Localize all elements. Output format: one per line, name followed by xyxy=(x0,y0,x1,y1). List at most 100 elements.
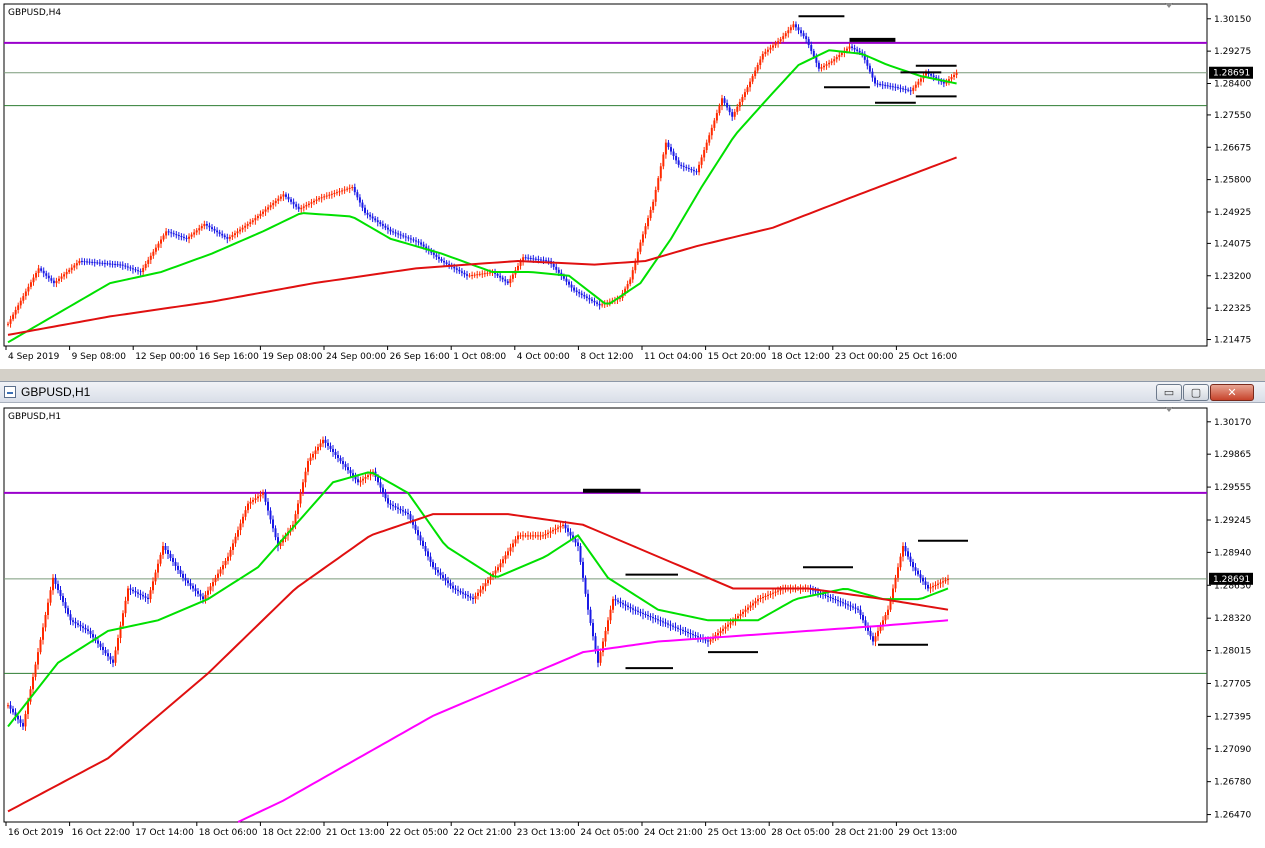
candle-body xyxy=(347,467,349,471)
y-tick-label: 1.29275 xyxy=(1214,47,1251,57)
candle-body xyxy=(719,630,722,634)
candle-body xyxy=(228,236,231,239)
candle-body xyxy=(394,232,397,234)
candle-body xyxy=(282,194,285,197)
candle-body xyxy=(304,471,307,483)
candle-body xyxy=(384,492,387,499)
candle-body xyxy=(320,197,323,199)
candle-body xyxy=(126,266,129,268)
candle-body xyxy=(489,576,492,580)
candle-body xyxy=(637,610,639,612)
candle-body xyxy=(458,269,461,272)
x-tick-label: 18 Oct 22:00 xyxy=(262,828,321,838)
candle-body xyxy=(674,626,677,628)
h1-chart-svg[interactable]: 1.30170 1.29865 1.29555 1.29245 1.28940 1.286… xyxy=(0,403,1265,848)
candle-body xyxy=(782,36,785,40)
candle-body xyxy=(32,676,34,690)
candle-body xyxy=(37,652,39,665)
candle-body xyxy=(844,603,847,605)
candle-body xyxy=(208,225,211,228)
candle-body xyxy=(667,142,670,148)
candle-body xyxy=(718,105,721,114)
candle-body xyxy=(690,169,693,171)
y-tick-label: 1.26780 xyxy=(1214,778,1251,788)
h4-chart-pane[interactable]: 1.30150 1.29275 1.28400 1.27550 1.26675 1.258… xyxy=(0,0,1265,369)
candle-body xyxy=(917,570,919,575)
candle-body xyxy=(557,527,559,529)
candle-body xyxy=(32,277,35,283)
candle-body xyxy=(193,232,196,235)
candle-body xyxy=(884,84,887,86)
candle-body xyxy=(837,600,839,602)
h4-chart-svg[interactable]: 1.30150 1.29275 1.28400 1.27550 1.26675 1.258… xyxy=(0,0,1265,369)
candle-body xyxy=(249,222,252,224)
candle-body xyxy=(68,269,71,273)
candle-body xyxy=(417,241,420,243)
candle-body xyxy=(932,586,934,588)
candle-body xyxy=(420,242,423,245)
candle-body xyxy=(774,43,777,46)
candle-body xyxy=(919,78,922,82)
candle-body xyxy=(779,39,782,42)
candle-body xyxy=(232,543,234,550)
candle-body xyxy=(466,274,468,276)
x-tick-label: 17 Oct 14:00 xyxy=(135,828,194,838)
candle-body xyxy=(234,536,237,544)
candle-body xyxy=(565,278,568,282)
candle-body xyxy=(297,503,299,515)
candle-body xyxy=(713,120,716,128)
candle-body xyxy=(427,551,429,557)
candle-body xyxy=(75,263,78,266)
candle-body xyxy=(92,634,94,638)
candle-body xyxy=(264,209,267,212)
x-tick-label: 12 Sep 00:00 xyxy=(135,352,195,362)
maximize-button[interactable]: ▢ xyxy=(1183,384,1209,401)
x-tick-label: 19 Sep 08:00 xyxy=(262,352,322,362)
candle-body xyxy=(825,64,828,66)
candle-body xyxy=(144,263,147,268)
candle-body xyxy=(652,617,654,619)
candle-body xyxy=(107,653,109,657)
candle-body xyxy=(342,461,344,465)
candle-body xyxy=(172,233,175,235)
candle-body xyxy=(284,194,287,197)
candle-body xyxy=(514,539,517,544)
candle-body xyxy=(955,72,958,75)
candle-body xyxy=(664,622,667,624)
candle-body xyxy=(454,588,457,590)
candle-body xyxy=(580,293,583,295)
candle-body xyxy=(857,608,859,610)
candle-body xyxy=(589,609,592,623)
h1-chart-pane[interactable]: 1.30170 1.29865 1.29555 1.29245 1.28940 1.286… xyxy=(0,403,1265,848)
candle-body xyxy=(189,583,192,586)
h1-window-titlebar[interactable]: GBPUSD,H1 ▭ ▢ ✕ xyxy=(0,381,1265,403)
candle-body xyxy=(259,494,262,497)
candle-body xyxy=(682,629,684,631)
candle-body xyxy=(299,492,302,504)
candle-body xyxy=(695,171,698,173)
candle-body xyxy=(744,609,747,612)
close-button[interactable]: ✕ xyxy=(1210,384,1254,401)
candle-body xyxy=(134,591,137,593)
candle-body xyxy=(300,207,303,210)
candle-body xyxy=(483,273,486,275)
candle-body xyxy=(98,262,101,264)
candle-body xyxy=(223,235,226,238)
candle-body xyxy=(739,613,742,617)
candle-body xyxy=(692,634,694,636)
candle-body xyxy=(52,280,55,284)
candle-body xyxy=(488,272,491,274)
minimize-button[interactable]: ▭ xyxy=(1156,384,1182,401)
candle-body xyxy=(167,549,169,554)
candle-body xyxy=(479,589,482,593)
x-tick-label: 16 Sep 16:00 xyxy=(199,352,259,362)
candle-body xyxy=(687,168,690,170)
candle-body xyxy=(414,524,417,531)
candle-body xyxy=(389,503,392,505)
candle-body xyxy=(55,280,58,284)
candle-body xyxy=(823,65,825,68)
candle-body xyxy=(779,589,782,591)
candle-body xyxy=(22,296,25,301)
candle-body xyxy=(517,265,519,271)
candle-body xyxy=(519,535,522,537)
